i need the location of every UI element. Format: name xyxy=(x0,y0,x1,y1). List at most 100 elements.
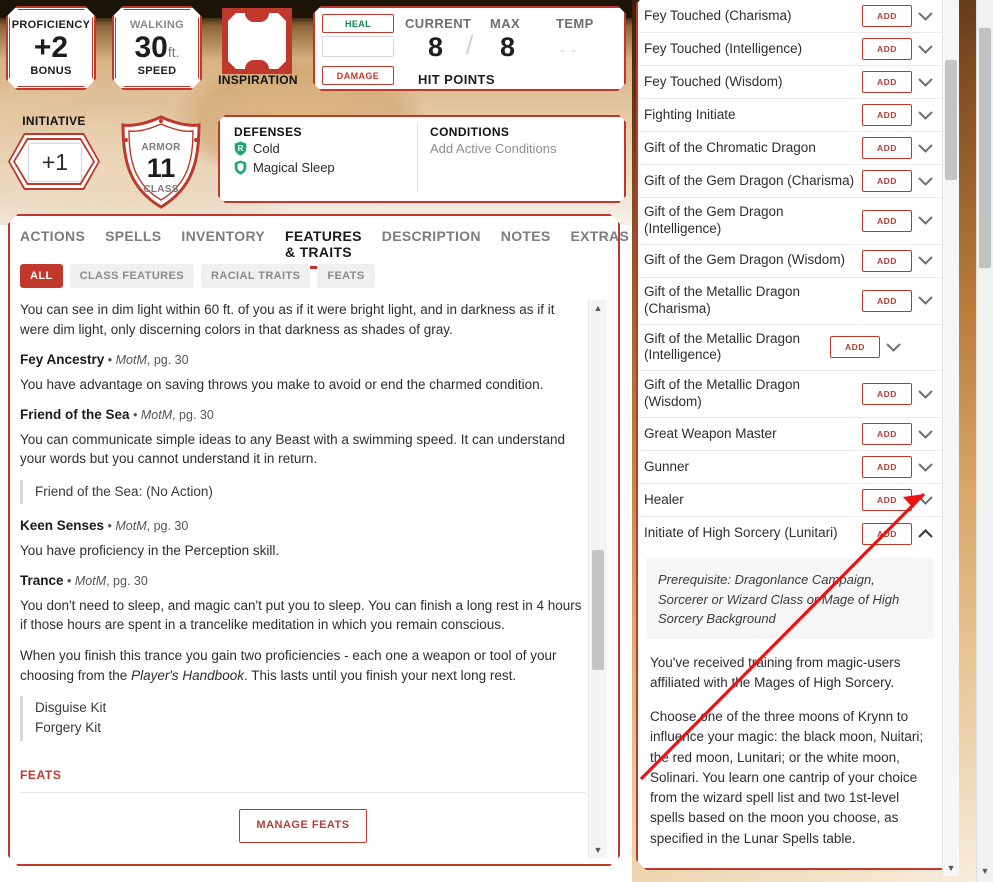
manage-feats-row: MANAGE FEATS xyxy=(20,809,586,843)
add-feat-button[interactable]: ADD xyxy=(862,209,912,232)
chevron-down-icon[interactable] xyxy=(912,167,938,195)
inspiration-notch-bottom xyxy=(245,60,269,69)
feat-list-scrollbar[interactable]: ▼ xyxy=(942,0,959,876)
feat-row-fey-touched-intelligence[interactable]: Fey Touched (Intelligence) ADD xyxy=(638,33,942,66)
feature-source: • MotM, pg. 30 xyxy=(129,408,214,423)
filter-racial-traits[interactable]: RACIAL TRAITS xyxy=(201,264,311,288)
feat-row-initiate-high-sorcery-lunitari[interactable]: Initiate of High Sorcery (Lunitari) ADD xyxy=(638,517,942,550)
class-label: CLASS xyxy=(143,184,179,195)
add-feat-button[interactable]: ADD xyxy=(862,5,912,27)
heal-button[interactable]: HEAL xyxy=(322,14,394,33)
add-feat-button[interactable]: ADD xyxy=(862,137,912,159)
friend-of-the-sea-text: You can communicate simple ideas to any … xyxy=(20,431,566,467)
add-feat-button[interactable]: ADD xyxy=(862,249,912,272)
feat-row-healer[interactable]: Healer ADD xyxy=(638,484,942,517)
manage-feats-button[interactable]: MANAGE FEATS xyxy=(239,809,367,843)
features-scrollbar[interactable]: ▲ ▼ xyxy=(588,300,607,858)
chevron-down-icon[interactable] xyxy=(912,420,938,448)
chevron-down-icon[interactable] xyxy=(912,68,938,96)
add-feat-button[interactable]: ADD xyxy=(862,104,912,126)
tab-notes[interactable]: NOTES xyxy=(501,228,551,250)
feat-name: Gift of the Gem Dragon (Charisma) xyxy=(644,172,855,188)
feat-row-gift-metallic-dragon-intelligence[interactable]: Gift of the Metallic Dragon (Intelligenc… xyxy=(638,325,942,372)
tab-inventory[interactable]: INVENTORY xyxy=(181,228,265,250)
chevron-down-icon[interactable] xyxy=(912,380,938,408)
filter-class-features[interactable]: CLASS FEATURES xyxy=(69,264,194,288)
chevron-down-icon[interactable] xyxy=(912,287,938,315)
filter-all[interactable]: ALL xyxy=(20,264,63,288)
feat-list[interactable]: Fey Touched (Charisma) ADD Fey Touched (… xyxy=(638,0,942,850)
trance-text-1: You don't need to sleep, and magic can't… xyxy=(20,597,582,633)
add-feat-button[interactable]: ADD xyxy=(862,489,912,511)
feat-row-fighting-initiate[interactable]: Fighting Initiate ADD xyxy=(638,99,942,132)
filter-feats[interactable]: FEATS xyxy=(317,264,375,288)
add-feat-button[interactable]: ADD xyxy=(862,289,912,312)
chevron-down-icon[interactable] xyxy=(912,134,938,162)
feature-filter-pills: ALL CLASS FEATURES RACIAL TRAITS FEATS xyxy=(20,264,375,288)
features-scroll-region[interactable]: You can see in dim light within 60 ft. o… xyxy=(20,300,608,858)
chevron-down-icon[interactable] xyxy=(912,486,938,514)
add-feat-button[interactable]: ADD xyxy=(862,522,912,545)
feat-row-gift-metallic-dragon-charisma[interactable]: Gift of the Metallic Dragon (Charisma) A… xyxy=(638,278,942,325)
keen-senses-text: You have proficiency in the Perception s… xyxy=(20,542,280,558)
chevron-down-icon[interactable] xyxy=(880,333,906,361)
chevron-down-icon[interactable] xyxy=(912,35,938,63)
feat-row-gift-metallic-dragon-wisdom[interactable]: Gift of the Metallic Dragon (Wisdom) ADD xyxy=(638,371,942,418)
armor-class-shield[interactable]: ARMOR 11 CLASS xyxy=(119,114,203,210)
proficiency-bonus-chip[interactable]: PROFICIENCY +2 BONUS xyxy=(6,6,96,90)
add-feat-button[interactable]: ADD xyxy=(862,383,912,406)
feat-detail-initiate-high-sorcery: Prerequisite: Dragonlance Campaign, Sorc… xyxy=(638,550,942,850)
add-feat-button[interactable]: ADD xyxy=(862,38,912,60)
add-feat-button[interactable]: ADD xyxy=(830,336,880,359)
add-feat-button[interactable]: ADD xyxy=(862,71,912,93)
feat-name: Gift of the Metallic Dragon (Charisma) xyxy=(644,283,801,316)
damage-button[interactable]: DAMAGE xyxy=(322,66,394,85)
feat-row-gift-gem-dragon-charisma[interactable]: Gift of the Gem Dragon (Charisma) ADD xyxy=(638,165,942,198)
max-hp-value[interactable]: 8 xyxy=(500,32,515,63)
add-conditions-link[interactable]: Add Active Conditions xyxy=(430,141,556,156)
feat-row-fey-touched-charisma[interactable]: Fey Touched (Charisma) ADD xyxy=(638,0,942,33)
page-scroll-down-arrow-icon[interactable]: ▼ xyxy=(977,866,993,876)
initiative-chip[interactable]: +1 xyxy=(8,133,100,190)
current-hp-value[interactable]: 8 xyxy=(428,32,443,63)
features-scrollbar-thumb[interactable] xyxy=(592,550,604,670)
speed-value: 30ft. xyxy=(134,33,179,63)
chevron-down-icon[interactable] xyxy=(912,453,938,481)
page-scrollbar-thumb[interactable] xyxy=(979,28,991,268)
tab-extras[interactable]: EXTRAS xyxy=(571,228,630,250)
tab-actions[interactable]: ACTIONS xyxy=(20,228,85,250)
feature-source: • MotM, pg. 30 xyxy=(104,353,189,368)
feat-row-gift-chromatic-dragon[interactable]: Gift of the Chromatic Dragon ADD xyxy=(638,132,942,165)
tab-features-traits[interactable]: FEATURES & TRAITS xyxy=(284,228,362,269)
defense-item-cold[interactable]: R Cold xyxy=(234,141,280,156)
feat-list-scrollbar-thumb[interactable] xyxy=(945,60,957,180)
chevron-down-icon[interactable] xyxy=(912,207,938,235)
scroll-down-arrow-icon[interactable]: ▼ xyxy=(589,844,607,856)
defense-name: Magical Sleep xyxy=(253,160,335,175)
scroll-up-arrow-icon[interactable]: ▲ xyxy=(589,302,607,314)
chevron-down-icon[interactable] xyxy=(912,247,938,275)
hp-amount-input[interactable] xyxy=(322,36,394,57)
feat-row-fey-touched-wisdom[interactable]: Fey Touched (Wisdom) ADD xyxy=(638,66,942,99)
page-scrollbar[interactable]: ▼ xyxy=(976,0,993,882)
add-feat-button[interactable]: ADD xyxy=(862,456,912,478)
tab-description[interactable]: DESCRIPTION xyxy=(382,228,481,250)
defense-item-magical-sleep[interactable]: Magical Sleep xyxy=(234,160,335,175)
players-handbook-ref: Player's Handbook xyxy=(131,667,244,683)
feat-row-great-weapon-master[interactable]: Great Weapon Master ADD xyxy=(638,418,942,451)
temp-hp-value[interactable]: - - xyxy=(560,42,577,59)
add-feat-button[interactable]: ADD xyxy=(862,170,912,192)
walking-speed-chip[interactable]: WALKING 30ft. SPEED xyxy=(112,6,202,90)
tab-spells[interactable]: SPELLS xyxy=(105,228,161,250)
add-feat-button[interactable]: ADD xyxy=(862,423,912,445)
initiative-value[interactable]: +1 xyxy=(28,143,82,182)
feat-row-gift-gem-dragon-wisdom[interactable]: Gift of the Gem Dragon (Wisdom) ADD xyxy=(638,245,942,278)
feat-list-scroll-down-arrow-icon[interactable]: ▼ xyxy=(943,862,959,874)
trance-text-2: When you finish this trance you gain two… xyxy=(20,646,586,685)
chevron-up-icon[interactable] xyxy=(912,520,938,548)
chevron-down-icon[interactable] xyxy=(912,2,938,30)
feat-name: Gift of the Gem Dragon (Wisdom) xyxy=(644,252,846,268)
chevron-down-icon[interactable] xyxy=(912,101,938,129)
feat-row-gunner[interactable]: Gunner ADD xyxy=(638,451,942,484)
feat-row-gift-gem-dragon-intelligence[interactable]: Gift of the Gem Dragon (Intelligence) AD… xyxy=(638,198,942,245)
